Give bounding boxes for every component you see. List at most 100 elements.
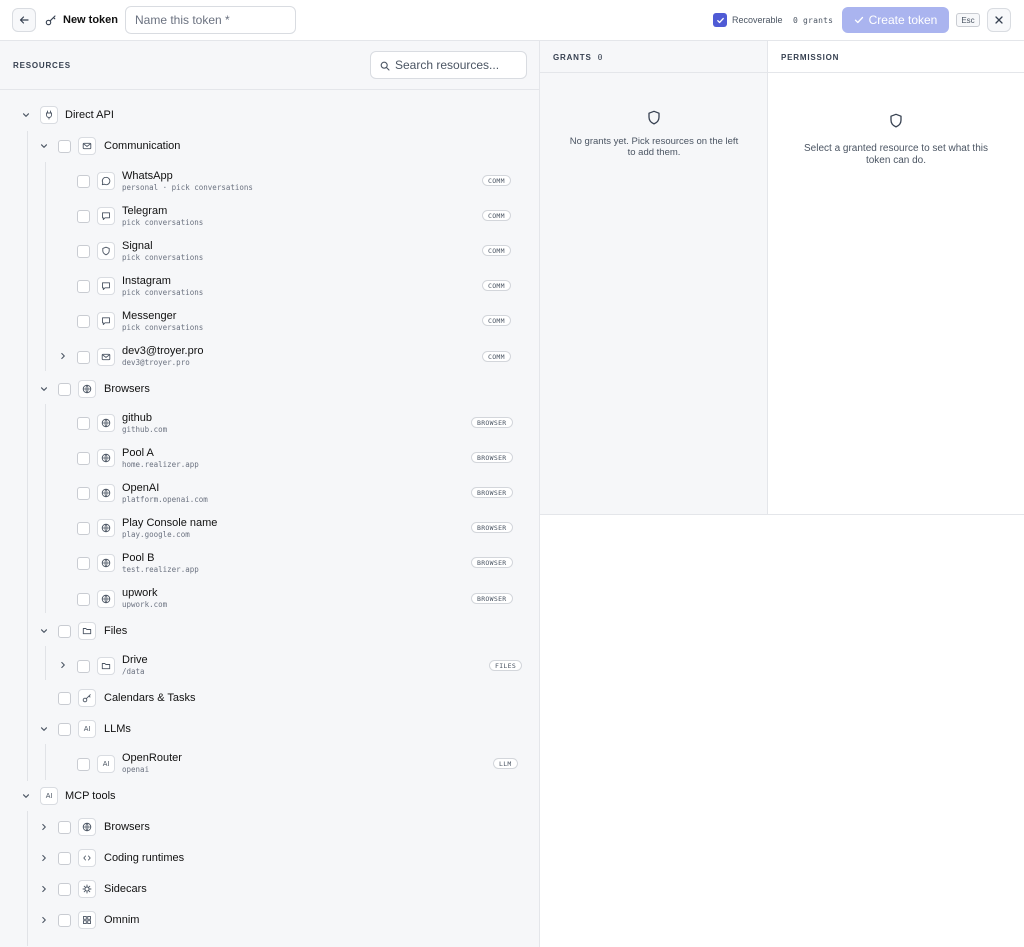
resource-sublabel: personal · pick conversations — [122, 183, 253, 192]
resource-row-pool-a[interactable]: Pool A home.realizer.app BROWSER — [0, 442, 540, 472]
chevron-down-icon[interactable] — [21, 110, 31, 120]
resource-row-drive[interactable]: Drive /data FILES — [0, 650, 540, 680]
chevron-down-icon[interactable] — [39, 384, 49, 394]
mcp-group-omnim[interactable]: Omnim — [0, 905, 540, 935]
chevron-right-icon[interactable] — [39, 853, 49, 863]
resource-row-signal[interactable]: Signal pick conversations COMM — [0, 235, 540, 265]
llms-checkbox[interactable] — [58, 723, 71, 736]
mcp-group-coding-runtimes[interactable]: Coding runtimes — [0, 843, 540, 873]
resource-row-messenger[interactable]: Messenger pick conversations COMM — [0, 305, 540, 335]
resource-checkbox[interactable] — [77, 487, 90, 500]
resource-checkbox[interactable] — [77, 351, 90, 364]
resource-row-openrouter[interactable]: AI OpenRouter openai LLM — [0, 748, 540, 778]
globe-icon — [78, 380, 96, 398]
resource-checkbox[interactable] — [77, 660, 90, 673]
shield-icon — [890, 113, 902, 128]
tree-group-browsers[interactable]: Browsers — [0, 374, 540, 404]
resource-label: OpenAI — [122, 482, 160, 494]
tree-group-direct-api[interactable]: Direct API — [0, 100, 540, 130]
resource-checkbox[interactable] — [77, 522, 90, 535]
chevron-down-icon[interactable] — [21, 791, 31, 801]
tree-group-calendars[interactable]: Calendars & Tasks — [0, 683, 540, 713]
create-token-button[interactable]: Create token — [842, 7, 949, 33]
resource-row-instagram[interactable]: Instagram pick conversations COMM — [0, 270, 540, 300]
resource-label: dev3@troyer.pro — [122, 345, 204, 357]
plug-icon — [40, 106, 58, 124]
resource-checkbox[interactable] — [77, 245, 90, 258]
resource-type-badge: BROWSER — [471, 593, 513, 604]
back-button[interactable] — [12, 8, 36, 32]
resources-header: RESOURCES — [0, 41, 540, 90]
resource-sublabel: pick conversations — [122, 218, 204, 227]
resource-label: Signal — [122, 240, 153, 252]
omnim-checkbox[interactable] — [58, 914, 71, 927]
resource-type-badge: COMM — [482, 175, 511, 186]
ai-icon: AI — [97, 755, 115, 773]
chevron-right-icon[interactable] — [39, 822, 49, 832]
resource-checkbox[interactable] — [77, 557, 90, 570]
chevron-down-icon[interactable] — [39, 724, 49, 734]
token-name-input[interactable] — [125, 6, 296, 34]
close-button[interactable] — [987, 8, 1011, 32]
globe-icon — [97, 449, 115, 467]
resource-sublabel: pick conversations — [122, 323, 204, 332]
globe-icon — [97, 519, 115, 537]
resource-row-openai[interactable]: OpenAI platform.openai.com BROWSER — [0, 477, 540, 507]
resource-checkbox[interactable] — [77, 758, 90, 771]
resource-label: Telegram — [122, 205, 168, 217]
resource-row-play-console[interactable]: Play Console name play.google.com BROWSE… — [0, 512, 540, 542]
arrow-left-icon — [19, 16, 29, 24]
communication-checkbox[interactable] — [58, 140, 71, 153]
chevron-down-icon[interactable] — [39, 626, 49, 636]
permission-empty-line-1: Select a granted resource to set what th… — [804, 143, 988, 154]
chevron-right-icon[interactable] — [58, 351, 68, 361]
resource-sublabel: home.realizer.app — [122, 460, 199, 469]
resource-row-email[interactable]: dev3@troyer.pro dev3@troyer.pro COMM — [0, 341, 540, 371]
resource-row-telegram[interactable]: Telegram pick conversations COMM — [0, 200, 540, 230]
resource-type-badge: COMM — [482, 351, 511, 362]
files-checkbox[interactable] — [58, 625, 71, 638]
resource-checkbox[interactable] — [77, 175, 90, 188]
tree-group-llms[interactable]: AI LLMs — [0, 714, 540, 744]
tree-group-label: Sidecars — [104, 883, 147, 895]
resource-checkbox[interactable] — [77, 593, 90, 606]
globe-icon — [78, 818, 96, 836]
tree-group-mcp-tools[interactable]: AI MCP tools — [0, 781, 540, 811]
resource-row-whatsapp[interactable]: WhatsApp personal · pick conversations C… — [0, 165, 540, 195]
mcp-browsers-checkbox[interactable] — [58, 821, 71, 834]
resource-row-github[interactable]: github github.com BROWSER — [0, 407, 540, 437]
search-input[interactable] — [395, 52, 523, 78]
chevron-right-icon[interactable] — [39, 915, 49, 925]
chevron-right-icon[interactable] — [39, 884, 49, 894]
resource-checkbox[interactable] — [77, 452, 90, 465]
resource-type-badge: COMM — [482, 245, 511, 256]
chevron-down-icon[interactable] — [39, 141, 49, 151]
tree-group-label: Browsers — [104, 821, 150, 833]
browsers-checkbox[interactable] — [58, 383, 71, 396]
resource-row-pool-b[interactable]: Pool B test.realizer.app BROWSER — [0, 547, 540, 577]
resource-type-badge: LLM — [493, 758, 518, 769]
resource-row-upwork[interactable]: upwork upwork.com BROWSER — [0, 583, 540, 613]
permission-heading: PERMISSION — [781, 53, 840, 62]
chevron-right-icon[interactable] — [58, 660, 68, 670]
sidecars-checkbox[interactable] — [58, 883, 71, 896]
permission-header: PERMISSION — [768, 41, 1024, 73]
resource-sublabel: pick conversations — [122, 288, 204, 297]
tree-group-label: Browsers — [104, 383, 150, 395]
mcp-group-browsers[interactable]: Browsers — [0, 812, 540, 842]
recoverable-checkbox[interactable] — [713, 13, 727, 27]
resource-checkbox[interactable] — [77, 280, 90, 293]
calendars-checkbox[interactable] — [58, 692, 71, 705]
search-icon — [380, 61, 390, 71]
coding-runtimes-checkbox[interactable] — [58, 852, 71, 865]
key-icon — [45, 15, 56, 26]
tree-group-label: Coding runtimes — [104, 852, 185, 864]
mcp-group-sidecars[interactable]: Sidecars — [0, 874, 540, 904]
resource-checkbox[interactable] — [77, 315, 90, 328]
resource-label: Messenger — [122, 310, 177, 322]
resource-checkbox[interactable] — [77, 210, 90, 223]
tree-group-communication[interactable]: Communication — [0, 131, 540, 161]
ai-icon: AI — [78, 720, 96, 738]
resource-checkbox[interactable] — [77, 417, 90, 430]
tree-group-files[interactable]: Files — [0, 616, 540, 646]
